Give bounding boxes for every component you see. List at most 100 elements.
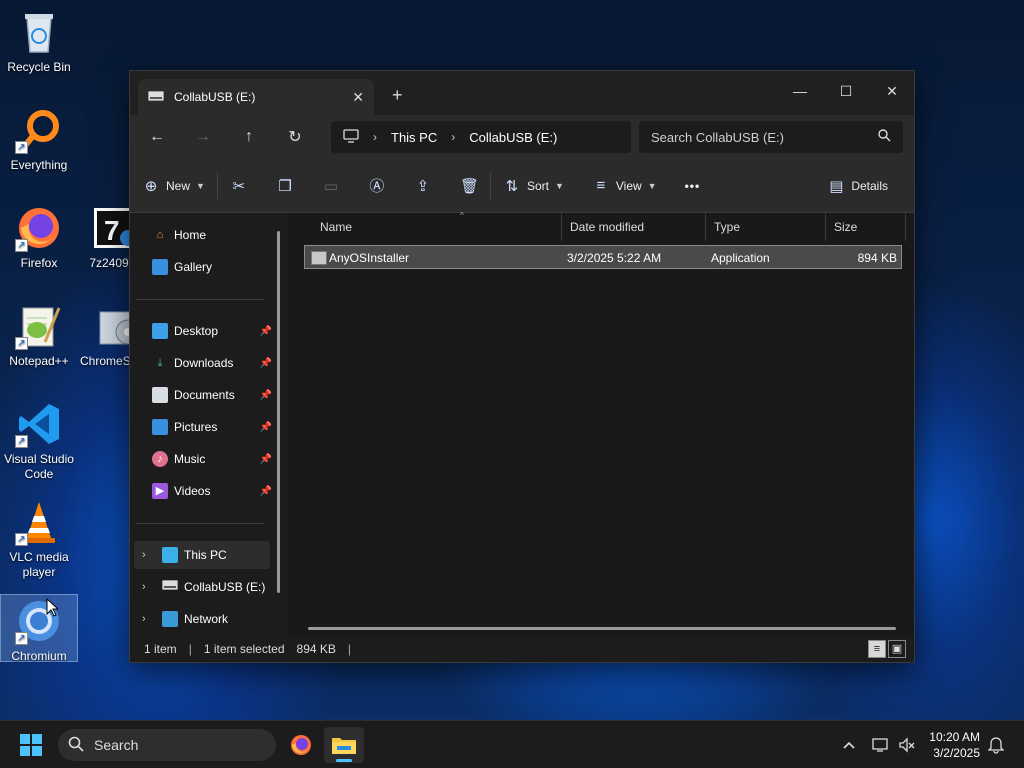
- desktop-icon-vlc[interactable]: ↗ VLC media player: [0, 498, 78, 580]
- taskbar: Search 10:20 AM 3/2/2025: [0, 720, 1024, 768]
- start-button[interactable]: [20, 734, 42, 756]
- delete-icon[interactable]: 🗑: [460, 177, 479, 195]
- column-label: Type: [714, 220, 741, 234]
- tab-close-icon[interactable]: ✕: [352, 89, 364, 106]
- chevron-right-icon[interactable]: ›: [142, 581, 146, 593]
- sidebar-item-label: Videos: [174, 484, 211, 498]
- computer-icon: [162, 547, 178, 563]
- cut-icon[interactable]: ✂: [230, 177, 248, 195]
- sidebar-item-downloads[interactable]: ⤓ Downloads 📌: [152, 349, 272, 377]
- desktop-icon-vscode[interactable]: ↗ Visual Studio Code: [0, 400, 78, 482]
- details-button[interactable]: ▤ Details: [827, 177, 888, 195]
- back-button[interactable]: ←: [134, 128, 180, 146]
- desktop-icon-chromesetup[interactable]: ChromeS: [78, 302, 130, 369]
- share-icon[interactable]: ⇪: [414, 177, 432, 195]
- address-bar[interactable]: › This PC › CollabUSB (E:): [331, 121, 631, 153]
- pin-icon[interactable]: 📌: [260, 390, 272, 401]
- desktop-icon-everything[interactable]: ↗ Everything: [0, 106, 78, 173]
- sidebar-item-collabusb[interactable]: › CollabUSB (E:): [134, 573, 270, 601]
- breadcrumb-this-pc[interactable]: This PC: [391, 130, 437, 145]
- navigation-pane[interactable]: ⌂ Home Gallery Desktop 📌 ⤓ Downloads 📌 D…: [130, 213, 280, 636]
- large-icons-view-icon[interactable]: ▣: [888, 640, 906, 658]
- close-button[interactable]: ✕: [869, 77, 915, 107]
- file-explorer-window[interactable]: CollabUSB (E:) ✕ + — ☐ ✕ ← → ↑ ↻ › This …: [129, 70, 915, 663]
- breadcrumb-collabusb[interactable]: CollabUSB (E:): [469, 130, 557, 145]
- breadcrumb-separator-icon[interactable]: ›: [451, 130, 455, 144]
- sort-ascending-icon: ^: [460, 211, 464, 220]
- chevron-down-icon: ▼: [647, 180, 657, 191]
- up-button[interactable]: ↑: [226, 128, 272, 146]
- status-item-count: 1 item: [144, 642, 177, 656]
- taskbar-search[interactable]: Search: [58, 729, 276, 761]
- pin-icon[interactable]: 📌: [260, 486, 272, 497]
- details-view-icon[interactable]: ≡: [868, 640, 886, 658]
- sidebar-item-pictures[interactable]: Pictures 📌: [152, 413, 272, 441]
- desktop-icon-notepadpp[interactable]: ↗ Notepad++: [0, 302, 78, 369]
- more-options-button[interactable]: •••: [685, 179, 701, 193]
- maximize-button[interactable]: ☐: [823, 77, 869, 107]
- sidebar-item-videos[interactable]: ▶ Videos 📌: [152, 477, 272, 505]
- refresh-button[interactable]: ↻: [272, 127, 318, 147]
- mouse-cursor: [46, 597, 60, 621]
- pin-icon[interactable]: 📌: [260, 358, 272, 369]
- column-header-size[interactable]: Size: [826, 213, 906, 241]
- breadcrumb-separator-icon[interactable]: ›: [373, 130, 377, 144]
- desktop-icon-chromium[interactable]: ↗ Chromium: [0, 594, 78, 663]
- column-header-date[interactable]: Date modified: [562, 213, 706, 241]
- sidebar-item-music[interactable]: ♪ Music 📌: [152, 445, 272, 473]
- title-bar[interactable]: CollabUSB (E:) ✕ + — ☐ ✕: [130, 71, 914, 115]
- column-header-name[interactable]: Name ^: [312, 211, 562, 241]
- pin-icon[interactable]: 📌: [260, 422, 272, 433]
- search-box[interactable]: Search CollabUSB (E:): [639, 121, 903, 153]
- sidebar-item-desktop[interactable]: Desktop 📌: [152, 317, 272, 345]
- search-input[interactable]: Search CollabUSB (E:): [651, 130, 784, 145]
- file-list[interactable]: Name ^ Date modified Type Size AnyOSInst…: [288, 211, 914, 636]
- sort-button[interactable]: ⇅ Sort ▼: [503, 177, 564, 195]
- system-clock[interactable]: 10:20 AM 3/2/2025: [929, 729, 980, 761]
- paste-icon[interactable]: ▭: [322, 177, 340, 195]
- chevron-right-icon[interactable]: ›: [142, 613, 146, 625]
- view-list-icon: ≡: [596, 177, 606, 194]
- network-icon[interactable]: [872, 721, 890, 768]
- desktop-icon-label: Chromium: [11, 649, 67, 663]
- new-button[interactable]: ⊕ New ▼: [142, 177, 205, 195]
- volume-muted-icon[interactable]: [898, 721, 916, 768]
- application-icon: [311, 250, 327, 265]
- horizontal-scrollbar[interactable]: [308, 627, 896, 630]
- status-bar: 1 item | 1 item selected 894 KB | ≡ ▣: [130, 636, 914, 662]
- details-label: Details: [851, 178, 888, 193]
- desktop-icon-firefox[interactable]: ↗ Firefox: [0, 204, 78, 271]
- taskbar-firefox[interactable]: [281, 727, 321, 763]
- sidebar-scrollbar[interactable]: [277, 231, 280, 593]
- new-tab-button[interactable]: +: [392, 85, 403, 106]
- tray-overflow-chevron-icon[interactable]: [842, 721, 856, 768]
- column-label: Size: [834, 220, 858, 234]
- sidebar-item-home[interactable]: ⌂ Home: [152, 221, 272, 249]
- pin-icon[interactable]: 📌: [260, 326, 272, 337]
- column-header-type[interactable]: Type: [706, 213, 826, 241]
- minimize-button[interactable]: —: [777, 77, 823, 107]
- desktop-icon-recycle-bin[interactable]: Recycle Bin: [0, 8, 78, 75]
- sidebar-item-network[interactable]: › Network: [134, 605, 270, 633]
- taskbar-file-explorer[interactable]: [324, 727, 364, 763]
- pin-icon[interactable]: 📌: [260, 454, 272, 465]
- network-icon: [162, 611, 178, 627]
- file-type: Application: [711, 251, 770, 265]
- navigation-bar: ← → ↑ ↻ › This PC › CollabUSB (E:) Searc…: [130, 115, 914, 159]
- forward-button[interactable]: →: [180, 128, 226, 146]
- rename-icon[interactable]: Ⓐ: [368, 175, 386, 196]
- table-row[interactable]: AnyOSInstaller 3/2/2025 5:22 AM Applicat…: [304, 245, 902, 269]
- view-button[interactable]: ≡ View ▼: [592, 177, 657, 194]
- view-toggle: ≡ ▣: [868, 640, 906, 658]
- copy-icon[interactable]: ❐: [276, 177, 294, 195]
- sidebar-item-label: This PC: [184, 548, 227, 562]
- sidebar-item-label: CollabUSB (E:): [184, 580, 266, 594]
- sidebar-item-gallery[interactable]: Gallery: [152, 253, 272, 281]
- tab-collabusb[interactable]: CollabUSB (E:) ✕: [138, 79, 374, 115]
- notification-bell-icon[interactable]: [988, 721, 1004, 768]
- sidebar-item-this-pc[interactable]: › This PC: [134, 541, 270, 569]
- drive-icon: [162, 579, 178, 595]
- chevron-right-icon[interactable]: ›: [142, 549, 146, 561]
- windows-logo-icon: [20, 734, 30, 744]
- sidebar-item-documents[interactable]: Documents 📌: [152, 381, 272, 409]
